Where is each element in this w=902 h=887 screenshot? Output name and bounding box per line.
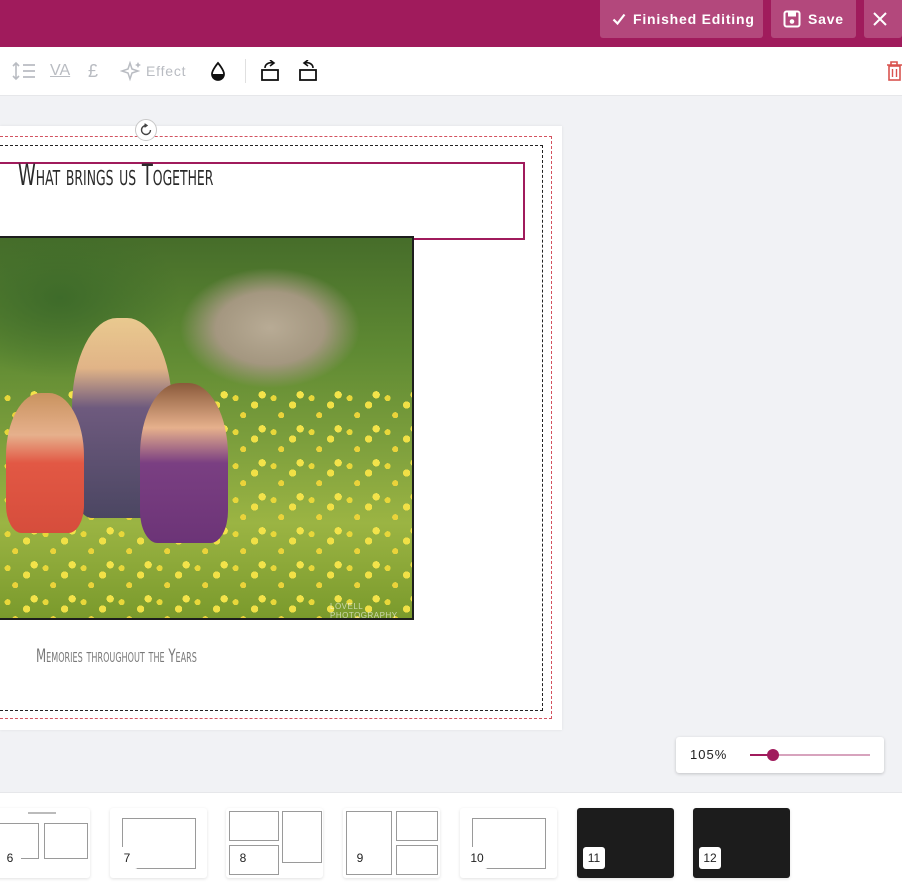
- photo-credit: LOVELL PHOTOGRAPHY: [330, 602, 398, 620]
- page-thumbnail[interactable]: 6: [0, 808, 90, 878]
- zoom-control: 105%: [676, 737, 884, 773]
- page-thumbnail[interactable]: 9: [343, 808, 440, 878]
- rotate-right-icon: [299, 60, 317, 81]
- save-icon: [783, 10, 801, 28]
- rotate-handle[interactable]: [135, 119, 157, 141]
- photo-person-boy: [6, 393, 84, 533]
- toolbar-divider: [245, 59, 246, 83]
- line-spacing-button[interactable]: [12, 59, 36, 83]
- photo-person-girl: [140, 383, 228, 543]
- rotate-left-icon: [261, 60, 279, 81]
- zoom-level-label: 105%: [690, 747, 728, 762]
- page-number: 7: [116, 847, 138, 869]
- rotate-icon: [140, 123, 152, 136]
- rotate-left-button[interactable]: [259, 59, 283, 83]
- page-thumbnail[interactable]: 8: [226, 808, 323, 878]
- letter-spacing-button[interactable]: VA: [50, 59, 70, 83]
- page-thumbnail[interactable]: 12: [693, 808, 790, 878]
- checkmark-icon: [612, 13, 626, 26]
- zoom-slider[interactable]: [750, 749, 870, 761]
- effect-button[interactable]: Effect: [120, 59, 186, 83]
- finished-editing-label: Finished Editing: [633, 11, 755, 27]
- page-thumbnail[interactable]: 11: [577, 808, 674, 878]
- currency-button[interactable]: £: [88, 59, 98, 83]
- color-drop-button[interactable]: [209, 59, 227, 83]
- finished-editing-button[interactable]: Finished Editing: [600, 0, 763, 38]
- close-icon: [872, 12, 887, 26]
- caption-text[interactable]: Memories throughout the Years: [36, 645, 197, 667]
- page-number: 11: [583, 847, 605, 869]
- save-button[interactable]: Save: [771, 0, 856, 38]
- pound-icon: £: [88, 60, 99, 81]
- page-number: 9: [349, 847, 371, 869]
- toolbar: VA £ Effect: [0, 47, 902, 96]
- page-number: 12: [699, 847, 721, 869]
- sparkle-icon: [120, 60, 141, 82]
- page-thumbnail[interactable]: 10: [460, 808, 557, 878]
- effect-label: Effect: [146, 63, 187, 79]
- page-number: 8: [232, 847, 254, 869]
- page-number: 6: [0, 847, 21, 869]
- zoom-slider-thumb[interactable]: [766, 749, 779, 761]
- line-spacing-icon: [12, 61, 35, 81]
- close-button[interactable]: [864, 0, 902, 38]
- top-bar: Finished Editing Save: [0, 0, 902, 47]
- trash-icon: [887, 61, 902, 81]
- delete-button[interactable]: [886, 59, 902, 83]
- family-photo[interactable]: LOVELL PHOTOGRAPHY: [0, 236, 414, 620]
- page-number: 10: [466, 847, 488, 869]
- rotate-right-button[interactable]: [295, 59, 319, 83]
- save-label: Save: [808, 11, 844, 27]
- letter-spacing-icon: VA: [50, 62, 71, 79]
- page-thumbnail-strip: 6 7 8 9 10 11 12: [0, 792, 902, 887]
- ink-drop-icon: [211, 61, 225, 81]
- page-title-text[interactable]: What brings us Together: [18, 158, 213, 192]
- page-thumbnail[interactable]: 7: [110, 808, 207, 878]
